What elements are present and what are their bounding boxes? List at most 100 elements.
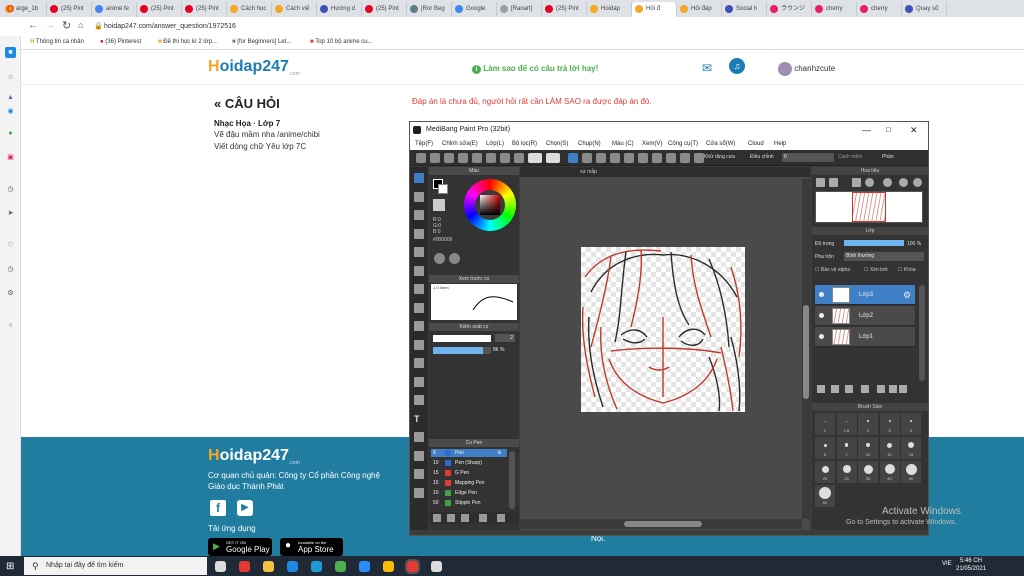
grid-icon[interactable]	[666, 153, 676, 163]
browser-tab[interactable]: anime fe	[92, 2, 137, 17]
layer-item[interactable]: Lớp3 ⚙	[815, 285, 915, 305]
chat-bubble-icon[interactable]	[444, 153, 454, 163]
bookmark-item[interactable]: ■ Đề thi học kì 2 lớp...	[158, 39, 217, 45]
menu-item[interactable]: Công cụ(T)	[668, 138, 698, 150]
star-icon[interactable]: ☆	[5, 72, 16, 83]
heart-icon[interactable]: ♡	[5, 240, 16, 251]
flip-icon[interactable]	[638, 153, 648, 163]
lightbulb-icon[interactable]: ○	[5, 320, 16, 331]
fit-icon[interactable]	[852, 178, 861, 187]
antialias-toggle[interactable]: Khử răng cưa	[704, 154, 735, 160]
brush-opacity-slider[interactable]	[433, 347, 491, 354]
menu-item[interactable]: Cloud	[748, 138, 764, 150]
menu-item[interactable]: Chọn(S)	[546, 138, 568, 150]
browser-tab[interactable]: Cách viế	[272, 2, 317, 17]
browser-tab[interactable]: ラウンジ	[767, 2, 812, 17]
brush-size-slider[interactable]	[433, 335, 491, 342]
menu-item[interactable]: Màu (C)	[612, 138, 634, 150]
duplicate-layer-icon[interactable]	[845, 385, 853, 393]
browser-tab[interactable]: (25) Pint	[182, 2, 227, 17]
rotate-reset-icon[interactable]	[899, 178, 908, 187]
canvas-area[interactable]: sự mắp	[520, 167, 810, 530]
deselect-icon[interactable]	[596, 153, 606, 163]
menu-item[interactable]: Cửa sổ(W)	[706, 138, 735, 150]
secondary-color-swatch[interactable]	[438, 184, 448, 194]
zoom-in-icon[interactable]	[829, 178, 838, 187]
browser-tab[interactable]: [Ranart]	[497, 2, 542, 17]
eyedrop-palette-icon[interactable]	[449, 253, 460, 264]
brush-cloud-icon[interactable]	[479, 514, 487, 522]
language-indicator[interactable]: VIE	[942, 561, 952, 567]
vertical-scroll-thumb[interactable]	[803, 305, 809, 399]
footer-logo[interactable]: Hoidap247.com	[208, 447, 300, 466]
hand-pen-icon[interactable]	[414, 469, 424, 479]
file-open-icon[interactable]	[416, 153, 426, 163]
shape-icon[interactable]	[414, 228, 424, 239]
brush-size-option[interactable]: 1	[815, 413, 835, 435]
task-view-icon[interactable]	[215, 561, 226, 572]
select-pen-icon[interactable]	[414, 376, 424, 387]
lock-checkbox[interactable]: ☐ Khóa	[898, 267, 916, 273]
chrome-icon[interactable]	[383, 561, 394, 572]
comment-icon[interactable]	[458, 153, 468, 163]
edge-icon[interactable]	[311, 561, 322, 572]
brush-list-item[interactable]: 8 Pen ⚙	[431, 449, 507, 457]
browser-tab[interactable]: Hỏi đáp	[677, 2, 722, 17]
menu-item[interactable]: Bộ lọc(R)	[512, 138, 537, 150]
layer-more-icon[interactable]	[899, 385, 907, 393]
question-subject[interactable]: Nhạc Họa · Lớp 7	[214, 119, 280, 128]
move-icon[interactable]	[414, 247, 424, 257]
brush-lock-icon[interactable]	[694, 153, 704, 163]
tip-link[interactable]: i Làm sao để có câu trả lời hay!	[472, 64, 598, 74]
browser-tab[interactable]: [Ror Beg	[407, 2, 452, 17]
app-icon[interactable]	[431, 561, 442, 572]
browser-tab[interactable]: Hỏi đ	[632, 2, 677, 17]
blur-icon[interactable]	[414, 321, 424, 331]
eyedropper-icon[interactable]	[414, 395, 424, 405]
menu-item[interactable]: Lớp(L)	[486, 138, 504, 150]
rotate-left-icon[interactable]	[883, 178, 892, 187]
brush-size-option[interactable]: 3	[879, 413, 900, 435]
brush-list-item[interactable]: 15 Mapping Pen	[431, 479, 507, 487]
zoom-icon[interactable]	[359, 561, 370, 572]
new-layer-icon[interactable]	[817, 385, 825, 393]
layer-settings-icon[interactable]: ⚙	[903, 285, 911, 305]
user-menu[interactable]: chanhzcute	[778, 62, 835, 76]
comment-icon[interactable]	[472, 153, 482, 163]
layer-list-scrollbar[interactable]	[919, 285, 925, 381]
youtube-icon[interactable]: ▶	[237, 500, 253, 516]
delete-layer-icon[interactable]	[889, 385, 897, 393]
minimize-icon[interactable]: —	[862, 122, 871, 138]
browser-tab[interactable]: Social h	[722, 2, 767, 17]
brush-list-scrollbar[interactable]	[509, 451, 515, 509]
browser-tab[interactable]: cherry	[857, 2, 902, 17]
navigator-thumbnail[interactable]	[815, 191, 923, 223]
browser-tab[interactable]: Hoidap	[587, 2, 632, 17]
browser-tab[interactable]: (25) Pint	[47, 2, 92, 17]
undo-icon[interactable]	[528, 153, 542, 163]
browser-tab[interactable]: Hướng d	[317, 2, 362, 17]
flip-horizontal-icon[interactable]	[913, 178, 922, 187]
brush-size-option[interactable]: 40	[879, 461, 900, 483]
correction-select[interactable]: 0	[782, 153, 834, 162]
soft-edge-toggle[interactable]: Cạnh mềm	[838, 154, 862, 160]
brush-size-value[interactable]: 2	[495, 334, 515, 342]
app-store-button[interactable]: ● Available on the App Store	[280, 538, 343, 556]
transparent-swatch[interactable]	[433, 199, 445, 211]
magic-wand-icon[interactable]	[414, 358, 424, 368]
brush-size-option[interactable]: 10	[858, 437, 878, 459]
brush-list-item[interactable]: 50 Stipple Pen	[431, 499, 507, 507]
palette-icon[interactable]	[434, 253, 445, 264]
merge-down-icon[interactable]	[877, 385, 885, 393]
clock-icon[interactable]: ◷	[5, 264, 16, 275]
opera-logo-icon[interactable]: O	[5, 4, 16, 15]
windows-start-icon[interactable]: ⊞	[6, 561, 14, 572]
redo-icon[interactable]	[546, 153, 560, 163]
xbox-icon[interactable]	[335, 561, 346, 572]
zoom-out-icon[interactable]	[816, 178, 825, 187]
back-icon[interactable]: ←	[28, 20, 38, 31]
facebook-icon[interactable]: f	[210, 500, 226, 516]
browser-tab[interactable]: (25) Pint	[137, 2, 182, 17]
system-clock[interactable]: 5:46 CH 21/05/2021	[956, 557, 986, 573]
reload-icon[interactable]: ↻	[62, 19, 71, 32]
